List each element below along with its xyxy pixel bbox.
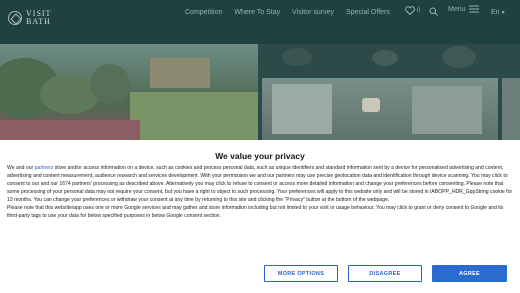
tree-shape (90, 64, 130, 104)
consent-text-intro: We and our (7, 165, 35, 171)
heart-icon (405, 6, 415, 15)
favourites-count: 0 (417, 8, 421, 14)
site-header: VISIT BATH Competition Where To Stay Vis… (0, 0, 520, 44)
window (272, 84, 332, 134)
consent-title: We value your privacy (215, 151, 305, 161)
building (150, 58, 210, 88)
header-utilities: 0 Menu (405, 5, 479, 16)
logo-emblem-icon (8, 11, 22, 25)
menu-button[interactable]: Menu (448, 5, 479, 13)
partners-link[interactable]: partners (35, 165, 54, 171)
hamburger-icon (468, 5, 479, 13)
lawn (130, 92, 258, 140)
more-options-button[interactable]: MORE OPTIONS (264, 265, 338, 282)
logo-wordmark: VISIT BATH (26, 10, 51, 26)
disagree-button[interactable]: DISAGREE (348, 265, 422, 282)
hero-image-grid (0, 44, 520, 140)
chevron-down-icon: ▾ (501, 10, 505, 16)
language-selector[interactable]: En ▾ (491, 9, 505, 16)
window (412, 86, 482, 134)
flowerbed (0, 120, 140, 140)
consent-text: We and our partners store and/or access … (7, 164, 513, 220)
favourites-button[interactable]: 0 (405, 6, 421, 16)
nav-where-to-stay[interactable]: Where To Stay (234, 9, 280, 16)
side-photo (502, 78, 520, 140)
lamp (362, 98, 380, 112)
language-label: En (491, 9, 500, 16)
nav-special-offers[interactable]: Special Offers (346, 9, 390, 16)
menu-label: Menu (448, 5, 466, 13)
search-icon[interactable] (429, 7, 438, 16)
logo-line2: BATH (26, 17, 51, 26)
main-nav: Competition Where To Stay Visitor survey… (185, 9, 402, 16)
plate (372, 50, 398, 66)
interior-photo (262, 78, 498, 140)
consent-text-google: Please note that this website/app uses o… (7, 205, 504, 219)
nav-competition[interactable]: Competition (185, 9, 222, 16)
visit-bath-logo[interactable]: VISIT BATH (8, 10, 51, 26)
agree-button[interactable]: AGREE (432, 265, 507, 282)
plate (442, 46, 476, 68)
nav-visitor-survey[interactable]: Visitor survey (292, 9, 334, 16)
plate (282, 48, 312, 66)
garden-photo (0, 44, 258, 140)
food-photo (262, 44, 498, 74)
consent-text-body: store and/or access information on a dev… (7, 165, 513, 203)
